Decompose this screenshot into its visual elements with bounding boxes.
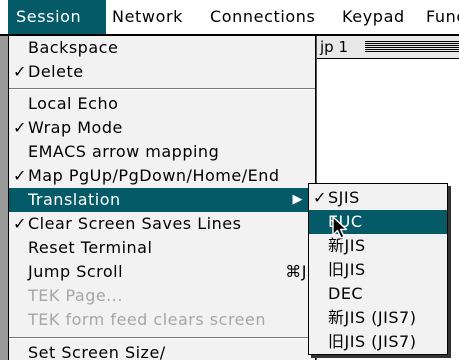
menu-separator [9, 88, 315, 90]
menu-item-label: Translation [28, 190, 121, 209]
menu-item-label: Local Echo [28, 94, 119, 113]
submenu-item-label: 旧JIS (JIS7) [328, 332, 417, 351]
checkmark-icon: ✓ [13, 166, 27, 185]
menu-item-label: Jump Scroll [28, 262, 124, 281]
menu-item-local-echo[interactable]: Local Echo [9, 92, 315, 116]
menu-item-label: Reset Terminal [28, 238, 153, 257]
menu-functions[interactable]: Func [418, 0, 459, 34]
menu-item-tek-form-feed: TEK form feed clears screen [9, 308, 315, 332]
menu-item-reset-terminal[interactable]: Reset Terminal [9, 236, 315, 260]
menu-item-tek-page: TEK Page... [9, 284, 315, 308]
submenu-item-sjis[interactable]: ✓ SJIS [309, 186, 447, 210]
menu-item-label: TEK Page... [28, 286, 123, 305]
menu-item-label: Set Screen Size/ [28, 343, 166, 360]
menu-network[interactable]: Network [104, 0, 189, 34]
menu-item-label: Delete [28, 62, 84, 81]
menu-item-map-pgup[interactable]: ✓ Map PgUp/PgDown/Home/End [9, 164, 315, 188]
submenu-item-label: 新JIS (JIS7) [328, 308, 417, 327]
menu-connections[interactable]: Connections [202, 0, 321, 34]
submenu-item-label: 旧JIS [328, 260, 366, 279]
submenu-item-dec[interactable]: DEC [309, 282, 447, 306]
checkmark-icon: ✓ [313, 188, 327, 207]
menu-separator [9, 337, 315, 339]
menu-item-label: EMACS arrow mapping [28, 142, 220, 161]
submenu-item-label: DEC [328, 284, 364, 303]
menu-item-clear-screen-saves-lines[interactable]: ✓ Clear Screen Saves Lines [9, 212, 315, 236]
submenu-item-new-jis[interactable]: 新JIS [309, 234, 447, 258]
session-menu: Backspace ✓ Delete Local Echo ✓ Wrap Mod… [8, 36, 316, 360]
window-title-bar[interactable]: jp 1 [317, 36, 459, 59]
checkmark-icon: ✓ [13, 214, 27, 233]
window-title: jp 1 [319, 37, 352, 57]
menu-item-label: Wrap Mode [28, 118, 123, 137]
menu-item-emacs-arrow-mapping[interactable]: EMACS arrow mapping [9, 140, 315, 164]
menu-item-set-screen-size[interactable]: Set Screen Size/ [9, 341, 315, 360]
menu-item-wrap-mode[interactable]: ✓ Wrap Mode [9, 116, 315, 140]
shortcut-label: ⌘J [285, 262, 307, 281]
submenu-item-label: SJIS [328, 188, 360, 207]
menu-item-label: Map PgUp/PgDown/Home/End [28, 166, 280, 185]
submenu-item-euc[interactable]: EUC [309, 210, 447, 234]
menu-item-translation[interactable]: Translation ▶ [9, 188, 315, 212]
mouse-pointer-icon [332, 216, 348, 239]
menu-item-jump-scroll[interactable]: Jump Scroll ⌘J [9, 260, 315, 284]
submenu-item-old-jis-jis7[interactable]: 旧JIS (JIS7) [309, 330, 447, 354]
menu-item-delete[interactable]: ✓ Delete [9, 60, 315, 84]
triangle-right-icon: ▶ [292, 192, 303, 207]
menu-item-backspace[interactable]: Backspace [9, 36, 315, 60]
menu-session[interactable]: Session [8, 0, 106, 34]
menu-item-label: Backspace [28, 38, 119, 57]
submenu-item-old-jis[interactable]: 旧JIS [309, 258, 447, 282]
menu-keypad[interactable]: Keypad [334, 0, 411, 34]
title-bar-stripes [365, 41, 459, 53]
menu-bar: Session Network Connections Keypad Func [0, 0, 459, 36]
menu-item-label: TEK form feed clears screen [28, 310, 266, 329]
translation-submenu: ✓ SJIS EUC 新JIS 旧JIS DEC 新JIS (JIS7) 旧JI… [308, 183, 448, 355]
checkmark-icon: ✓ [13, 62, 27, 81]
checkmark-icon: ✓ [13, 118, 27, 137]
submenu-item-new-jis-jis7[interactable]: 新JIS (JIS7) [309, 306, 447, 330]
menu-item-label: Clear Screen Saves Lines [28, 214, 242, 233]
